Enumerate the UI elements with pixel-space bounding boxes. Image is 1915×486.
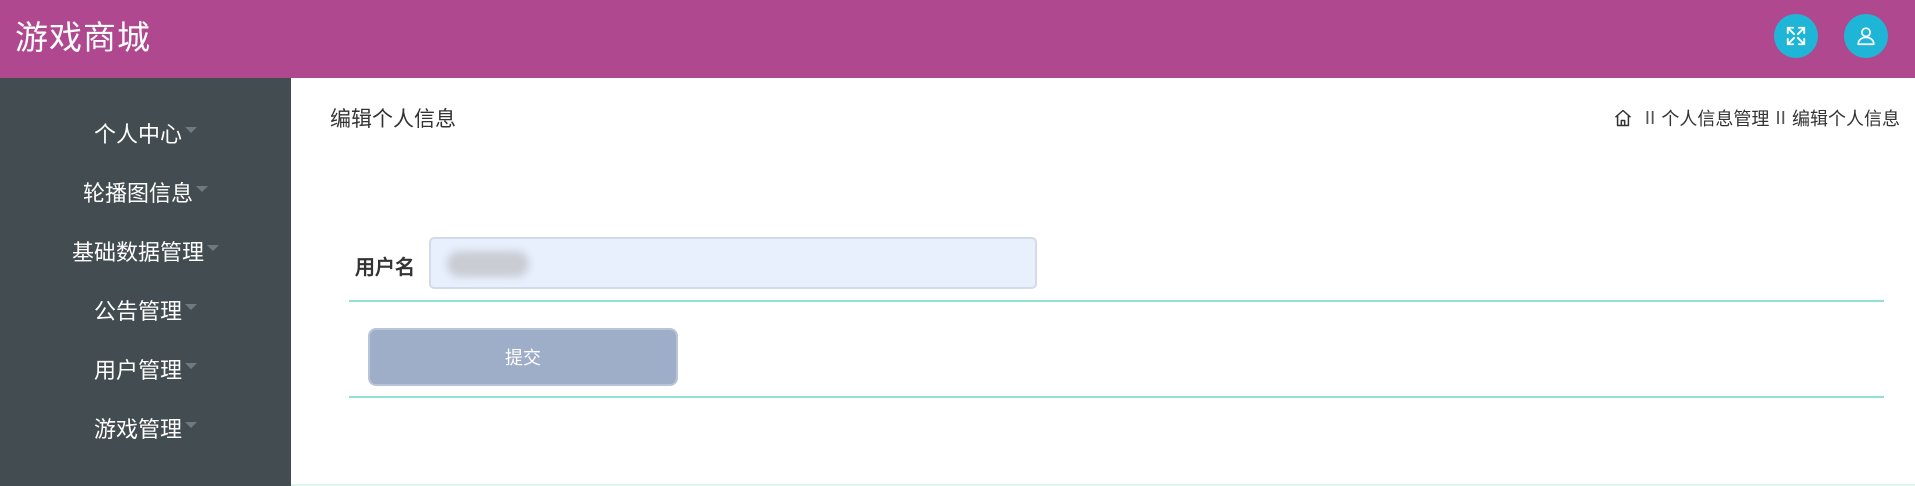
username-label: 用户名 bbox=[355, 255, 415, 279]
form-row-divider bbox=[349, 396, 1884, 398]
sidebar-item-users[interactable]: 用户管理 bbox=[0, 349, 291, 389]
sidebar-item-label: 轮播图信息 bbox=[82, 182, 193, 207]
chevron-down-icon bbox=[207, 245, 219, 251]
expand-arrows-icon bbox=[1786, 26, 1806, 46]
top-header: 游戏商城 bbox=[0, 0, 1915, 78]
sidebar-item-label: 个人中心 bbox=[93, 123, 182, 148]
submit-button[interactable]: 提交 bbox=[368, 328, 678, 386]
app-title: 游戏商城 bbox=[15, 18, 151, 57]
page-title: 编辑个人信息 bbox=[330, 107, 456, 131]
chevron-down-icon bbox=[185, 304, 197, 310]
redacted-value bbox=[447, 251, 529, 277]
user-menu-button[interactable] bbox=[1844, 14, 1888, 58]
chevron-down-icon bbox=[196, 186, 208, 192]
username-input[interactable] bbox=[429, 237, 1037, 289]
sidebar-item-label: 基础数据管理 bbox=[71, 241, 204, 266]
breadcrumb-item-personal-info-management[interactable]: 个人信息管理 bbox=[1661, 105, 1769, 131]
sidebar: 个人中心 轮播图信息 基础数据管理 公告管理 用户管理 游戏管理 bbox=[0, 78, 291, 486]
sidebar-item-personal-center[interactable]: 个人中心 bbox=[0, 113, 291, 153]
user-icon bbox=[1857, 27, 1875, 46]
fullscreen-button[interactable] bbox=[1774, 14, 1818, 58]
sidebar-item-carousel-info[interactable]: 轮播图信息 bbox=[0, 172, 291, 212]
sidebar-item-label: 用户管理 bbox=[93, 359, 182, 384]
sidebar-item-announcements[interactable]: 公告管理 bbox=[0, 290, 291, 330]
chevron-down-icon bbox=[185, 363, 197, 369]
sidebar-item-label: 公告管理 bbox=[93, 300, 182, 325]
chevron-down-icon bbox=[185, 422, 197, 428]
breadcrumb-separator: II bbox=[1775, 107, 1786, 129]
sidebar-item-label: 游戏管理 bbox=[93, 418, 182, 443]
breadcrumb-item-edit-personal-info: 编辑个人信息 bbox=[1792, 109, 1900, 130]
home-icon[interactable] bbox=[1613, 108, 1633, 128]
main-content: 编辑个人信息 II 个人信息管理 II 编辑个人信息 用户名 提交 bbox=[291, 78, 1915, 486]
breadcrumb: II 个人信息管理 II 编辑个人信息 bbox=[1613, 105, 1900, 131]
form-row-divider bbox=[349, 300, 1884, 302]
breadcrumb-separator: II bbox=[1644, 107, 1656, 129]
chevron-down-icon bbox=[185, 127, 197, 133]
sidebar-item-basic-data[interactable]: 基础数据管理 bbox=[0, 231, 291, 271]
sidebar-item-games[interactable]: 游戏管理 bbox=[0, 408, 291, 448]
